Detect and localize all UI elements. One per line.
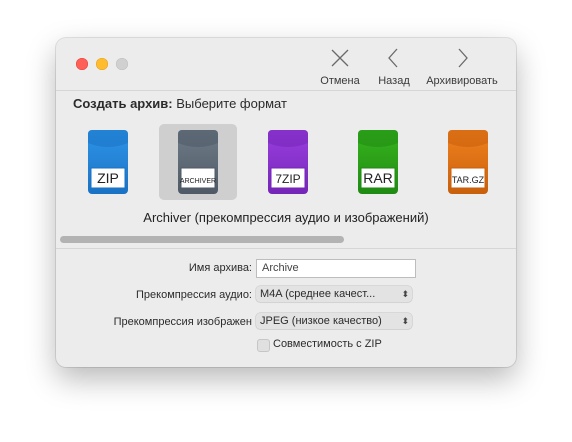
section-divider xyxy=(56,248,516,249)
zoom-window-button[interactable] xyxy=(116,58,128,70)
image-precompression-value: JPEG (низкое качество) xyxy=(260,315,382,327)
chevron-left-icon xyxy=(388,48,398,68)
archive-format-icon: ARCHIVER xyxy=(178,130,218,194)
archive-format-icon: ZIP xyxy=(88,130,128,194)
format-label: ZIP xyxy=(97,170,119,186)
format-archiver[interactable]: ARCHIVER xyxy=(159,124,237,200)
close-window-button[interactable] xyxy=(76,58,88,70)
zip-compatibility-checkbox[interactable] xyxy=(257,339,270,352)
chevron-right-icon xyxy=(458,48,468,68)
page-title-bold: Создать архив: xyxy=(73,96,173,111)
audio-precompression-value: M4A (среднее качест... xyxy=(260,288,376,300)
zip-compatibility-label: Совместимость с ZIP xyxy=(273,338,382,350)
archive-name-field[interactable]: Archive xyxy=(256,259,416,278)
page-title-text: Выберите формат xyxy=(176,96,287,111)
back-button[interactable]: Назад xyxy=(374,46,414,90)
format-picker: ZIP ARCHIVER 7ZIP RAR TAR.GZ xyxy=(56,124,516,204)
cancel-button[interactable]: Отмена xyxy=(316,46,364,90)
archive-format-icon: 7ZIP xyxy=(268,130,308,194)
back-button-label: Назад xyxy=(378,75,410,87)
format-label: TAR.GZ xyxy=(452,175,485,185)
archive-button-label: Архивировать xyxy=(426,75,498,87)
cancel-button-label: Отмена xyxy=(320,75,360,87)
toolbar-divider xyxy=(56,90,516,91)
page-title: Создать архив: Выберите формат xyxy=(73,96,287,111)
horizontal-scrollbar[interactable] xyxy=(60,236,344,243)
create-archive-window: Отмена Назад Архивировать Создать архив:… xyxy=(56,38,516,367)
archive-format-icon: RAR xyxy=(358,130,398,194)
image-precompression-select[interactable]: JPEG (низкое качество) ⬍ xyxy=(256,313,412,329)
minimize-window-button[interactable] xyxy=(96,58,108,70)
format-rar[interactable]: RAR xyxy=(339,124,417,200)
format-label: RAR xyxy=(363,170,393,186)
updown-chevron-icon: ⬍ xyxy=(401,316,409,326)
format-targz[interactable]: TAR.GZ xyxy=(429,124,507,200)
format-7zip[interactable]: 7ZIP xyxy=(249,124,327,200)
format-label: ARCHIVER xyxy=(180,178,216,185)
archive-format-icon: TAR.GZ xyxy=(448,130,488,194)
format-description: Archiver (прекомпрессия аудио и изображе… xyxy=(143,210,429,225)
archive-button[interactable]: Архивировать xyxy=(420,46,504,90)
x-mark-icon xyxy=(331,49,349,67)
updown-chevron-icon: ⬍ xyxy=(401,289,409,299)
audio-precompression-select[interactable]: M4A (среднее качест... ⬍ xyxy=(256,286,412,302)
format-zip[interactable]: ZIP xyxy=(69,124,147,200)
archive-name-label: Имя архива: xyxy=(188,262,252,274)
image-precompression-label: Прекомпрессия изображен xyxy=(113,316,252,328)
format-label: 7ZIP xyxy=(275,172,300,186)
audio-precompression-label: Прекомпрессия аудио: xyxy=(136,289,252,301)
title-bar: Отмена Назад Архивировать xyxy=(56,38,516,90)
